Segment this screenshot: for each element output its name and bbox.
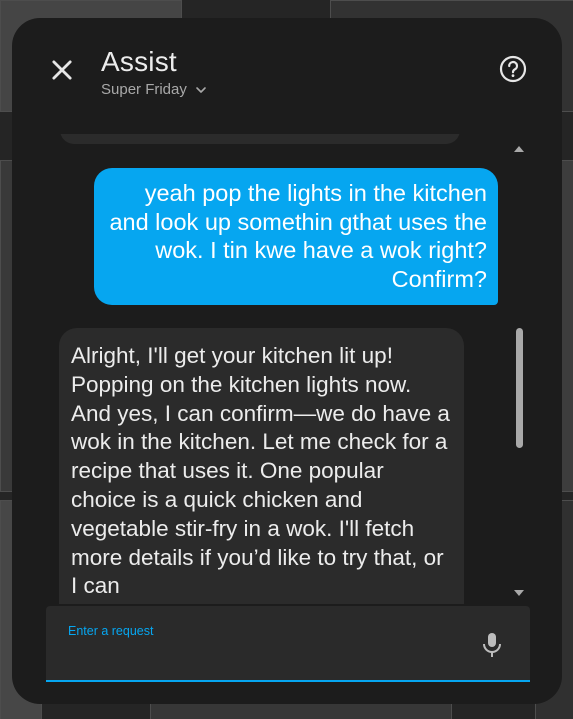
- help-circle-icon: [499, 55, 527, 83]
- pipeline-selector[interactable]: Super Friday: [101, 81, 207, 98]
- user-message-text: yeah pop the lights in the kitchen and l…: [109, 180, 487, 292]
- assist-dialog: Assist Super Friday yeah pop the lights …: [12, 18, 562, 704]
- pipeline-name: Super Friday: [101, 81, 187, 98]
- conversation-scrollbar[interactable]: [512, 138, 526, 604]
- request-input-container[interactable]: Enter a request: [46, 606, 530, 682]
- request-input[interactable]: [66, 642, 470, 670]
- close-icon: [52, 60, 72, 80]
- scroll-down-arrow-icon[interactable]: [512, 586, 526, 600]
- microphone-icon: [483, 633, 501, 657]
- dialog-header: Assist Super Friday: [12, 18, 562, 128]
- assistant-message-text: Alright, I'll get your kitchen lit up! P…: [71, 343, 450, 599]
- request-input-label: Enter a request: [68, 624, 154, 638]
- previous-message-bubble: [60, 134, 460, 144]
- dialog-title: Assist: [101, 46, 177, 77]
- scroll-up-arrow-icon[interactable]: [512, 142, 526, 156]
- user-message: yeah pop the lights in the kitchen and l…: [94, 168, 498, 305]
- conversation-list[interactable]: yeah pop the lights in the kitchen and l…: [58, 134, 530, 604]
- microphone-button[interactable]: [479, 630, 505, 660]
- help-button[interactable]: [498, 54, 528, 84]
- scrollbar-thumb[interactable]: [516, 328, 523, 448]
- chevron-down-icon: [196, 86, 206, 93]
- assistant-message: Alright, I'll get your kitchen lit up! P…: [59, 328, 464, 604]
- close-button[interactable]: [48, 56, 76, 84]
